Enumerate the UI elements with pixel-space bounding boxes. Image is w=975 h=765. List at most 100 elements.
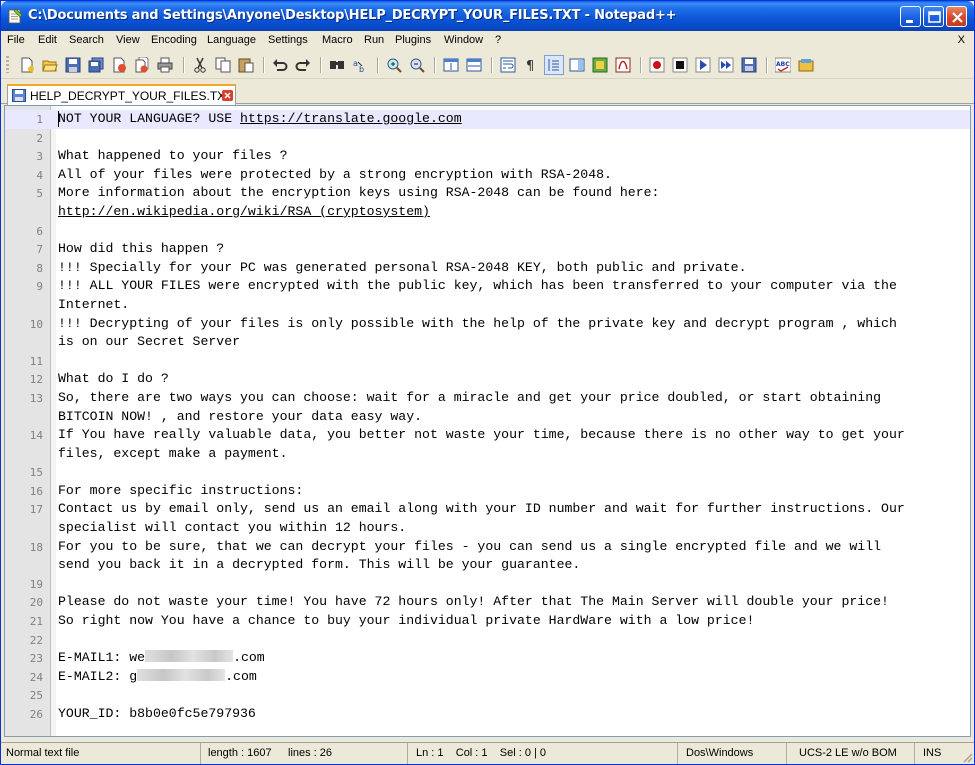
sync-vertical-icon[interactable] xyxy=(442,56,460,74)
tab-close-icon[interactable] xyxy=(222,90,233,101)
menu-help[interactable]: ? xyxy=(495,34,501,46)
folder-as-workspace-icon[interactable] xyxy=(614,56,632,74)
toolbar-grip[interactable] xyxy=(6,56,9,73)
doc-map-icon[interactable] xyxy=(568,56,586,74)
menu-encoding[interactable]: Encoding xyxy=(151,34,197,46)
menu-language[interactable]: Language xyxy=(207,34,256,46)
close-window-button[interactable] xyxy=(946,6,967,27)
save-macro-icon[interactable] xyxy=(740,56,758,74)
editor-line[interactable]: 5 More information about the encryption k… xyxy=(5,184,970,203)
record-macro-icon[interactable] xyxy=(648,56,666,74)
save-icon[interactable] xyxy=(64,56,82,74)
menu-file[interactable]: File xyxy=(7,34,25,46)
menu-view[interactable]: View xyxy=(116,34,140,46)
editor-line[interactable]: BITCOIN NOW! , and restore your data eas… xyxy=(5,408,970,427)
editor-line[interactable]: 18 For you to be sure, that we can decryp… xyxy=(5,538,970,557)
play-macro-icon[interactable] xyxy=(694,56,712,74)
new-file-icon[interactable] xyxy=(18,56,36,74)
url-link[interactable]: http://en.wikipedia.org/wiki/RSA_(crypto… xyxy=(58,204,430,219)
copy-icon[interactable] xyxy=(214,56,232,74)
editor-line[interactable]: 13 So, there are two ways you can choose:… xyxy=(5,389,970,408)
menu-macro[interactable]: Macro xyxy=(322,34,353,46)
menu-plugins[interactable]: Plugins xyxy=(395,34,431,46)
minimize-button[interactable] xyxy=(900,6,921,27)
maximize-icon xyxy=(928,11,941,23)
line-number: 16 xyxy=(29,484,43,498)
text-run: What do I do ? xyxy=(58,371,169,387)
editor-line[interactable]: 11 xyxy=(5,352,970,371)
editor-line[interactable]: 10 !!! Decrypting of your files is only p… xyxy=(5,315,970,334)
spell-check-2-icon[interactable] xyxy=(797,56,815,74)
editor-line[interactable]: 25 xyxy=(5,686,970,705)
close-file-icon[interactable] xyxy=(110,56,128,74)
tab-help-decrypt-your-files[interactable]: HELP_DECRYPT_YOUR_FILES.TXT xyxy=(7,84,236,105)
editor-line[interactable]: 3 What happened to your files ? xyxy=(5,147,970,166)
editor-line[interactable]: 12 What do I do ? xyxy=(5,370,970,389)
title-bar[interactable]: C:\Documents and Settings\Anyone\Desktop… xyxy=(1,1,974,31)
show-all-chars-icon[interactable]: ¶ xyxy=(522,56,540,74)
text-editor[interactable]: 1 NOT YOUR LANGUAGE? USE https://translat… xyxy=(4,105,971,737)
undo-icon[interactable] xyxy=(271,56,289,74)
editor-line[interactable]: 20 Please do not waste your time! You hav… xyxy=(5,593,970,612)
editor-line[interactable]: 24 E-MAIL2: g .com xyxy=(5,668,970,687)
editor-line[interactable]: 8 !!! Specially for your PC was generated… xyxy=(5,259,970,278)
run-macro-multiple-icon[interactable] xyxy=(717,56,735,74)
editor-line[interactable]: Internet. xyxy=(5,296,970,315)
cut-icon[interactable] xyxy=(191,56,209,74)
function-list-icon[interactable] xyxy=(591,56,609,74)
sync-horizontal-icon[interactable] xyxy=(465,56,483,74)
editor-line[interactable]: specialist will contact you within 12 ho… xyxy=(5,519,970,538)
replace-icon[interactable]: ab xyxy=(351,56,369,74)
editor-line[interactable]: 21 So right now You have a chance to buy … xyxy=(5,612,970,631)
editor-line[interactable]: 4 All of your files were protected by a s… xyxy=(5,166,970,185)
editor-line[interactable]: 9 !!! ALL YOUR FILES were encrypted with … xyxy=(5,277,970,296)
editor-line[interactable]: 22 xyxy=(5,631,970,650)
editor-line[interactable]: 19 xyxy=(5,575,970,594)
close-document-button[interactable]: X xyxy=(958,34,965,46)
stop-macro-icon[interactable] xyxy=(671,56,689,74)
editor-line[interactable]: 16 For more specific instructions: xyxy=(5,482,970,501)
toolbar-separator xyxy=(377,57,379,73)
zoom-in-icon[interactable] xyxy=(385,56,403,74)
menu-run[interactable]: Run xyxy=(364,34,384,46)
editor-line[interactable]: 14 If You have really valuable data, you … xyxy=(5,426,970,445)
menu-edit[interactable]: Edit xyxy=(38,34,57,46)
editor-line[interactable]: 7 How did this happen ? xyxy=(5,240,970,259)
status-position: Ln : 1 Col : 1 Sel : 0 | 0 xyxy=(416,747,547,759)
editor-line[interactable]: send you back it in a decrypted form. Th… xyxy=(5,556,970,575)
status-length: length : 1607 xyxy=(208,747,272,759)
editor-line[interactable]: 23 E-MAIL1: we .com xyxy=(5,649,970,668)
resize-grip-icon[interactable] xyxy=(961,751,973,763)
menu-settings[interactable]: Settings xyxy=(268,34,308,46)
spell-check-icon[interactable]: ABC xyxy=(774,56,792,74)
zoom-out-icon[interactable] xyxy=(408,56,426,74)
text-run: !!! Decrypting of your files is only pos… xyxy=(58,315,897,331)
find-icon[interactable] xyxy=(328,56,346,74)
close-all-icon[interactable] xyxy=(133,56,151,74)
editor-line[interactable]: 17 Contact us by email only, send us an e… xyxy=(5,500,970,519)
status-encoding-cell: UCS-2 LE w/o BOM xyxy=(787,743,915,764)
editor-line[interactable]: is on our Secret Server xyxy=(5,333,970,352)
line-number: 8 xyxy=(36,261,43,275)
editor-line[interactable]: 2 xyxy=(5,129,970,148)
url-link[interactable]: https://translate.google.com xyxy=(240,111,462,126)
open-file-icon[interactable] xyxy=(41,56,59,74)
indent-guide-icon[interactable] xyxy=(544,55,564,75)
editor-line[interactable]: 15 xyxy=(5,463,970,482)
menu-search[interactable]: Search xyxy=(69,34,104,46)
maximize-button[interactable] xyxy=(923,6,944,27)
redo-icon[interactable] xyxy=(294,56,312,74)
editor-line[interactable]: 6 xyxy=(5,222,970,241)
print-icon[interactable] xyxy=(156,56,174,74)
save-all-icon[interactable] xyxy=(87,56,105,74)
editor-line[interactable]: 26 YOUR_ID: b8b0e0fc5e797936 xyxy=(5,705,970,724)
notepadpp-app-icon[interactable] xyxy=(7,8,23,24)
current-line[interactable]: 1 NOT YOUR LANGUAGE? USE https://translat… xyxy=(5,110,970,129)
line-text: http://en.wikipedia.org/wiki/RSA_(crypto… xyxy=(58,204,430,219)
menu-window[interactable]: Window xyxy=(444,34,483,46)
editor-line[interactable]: files, except make a payment. xyxy=(5,445,970,464)
word-wrap-icon[interactable] xyxy=(499,56,517,74)
paste-icon[interactable] xyxy=(237,56,255,74)
editor-line[interactable]: http://en.wikipedia.org/wiki/RSA_(crypto… xyxy=(5,203,970,222)
line-text: All of your files were protected by a st… xyxy=(58,167,612,182)
